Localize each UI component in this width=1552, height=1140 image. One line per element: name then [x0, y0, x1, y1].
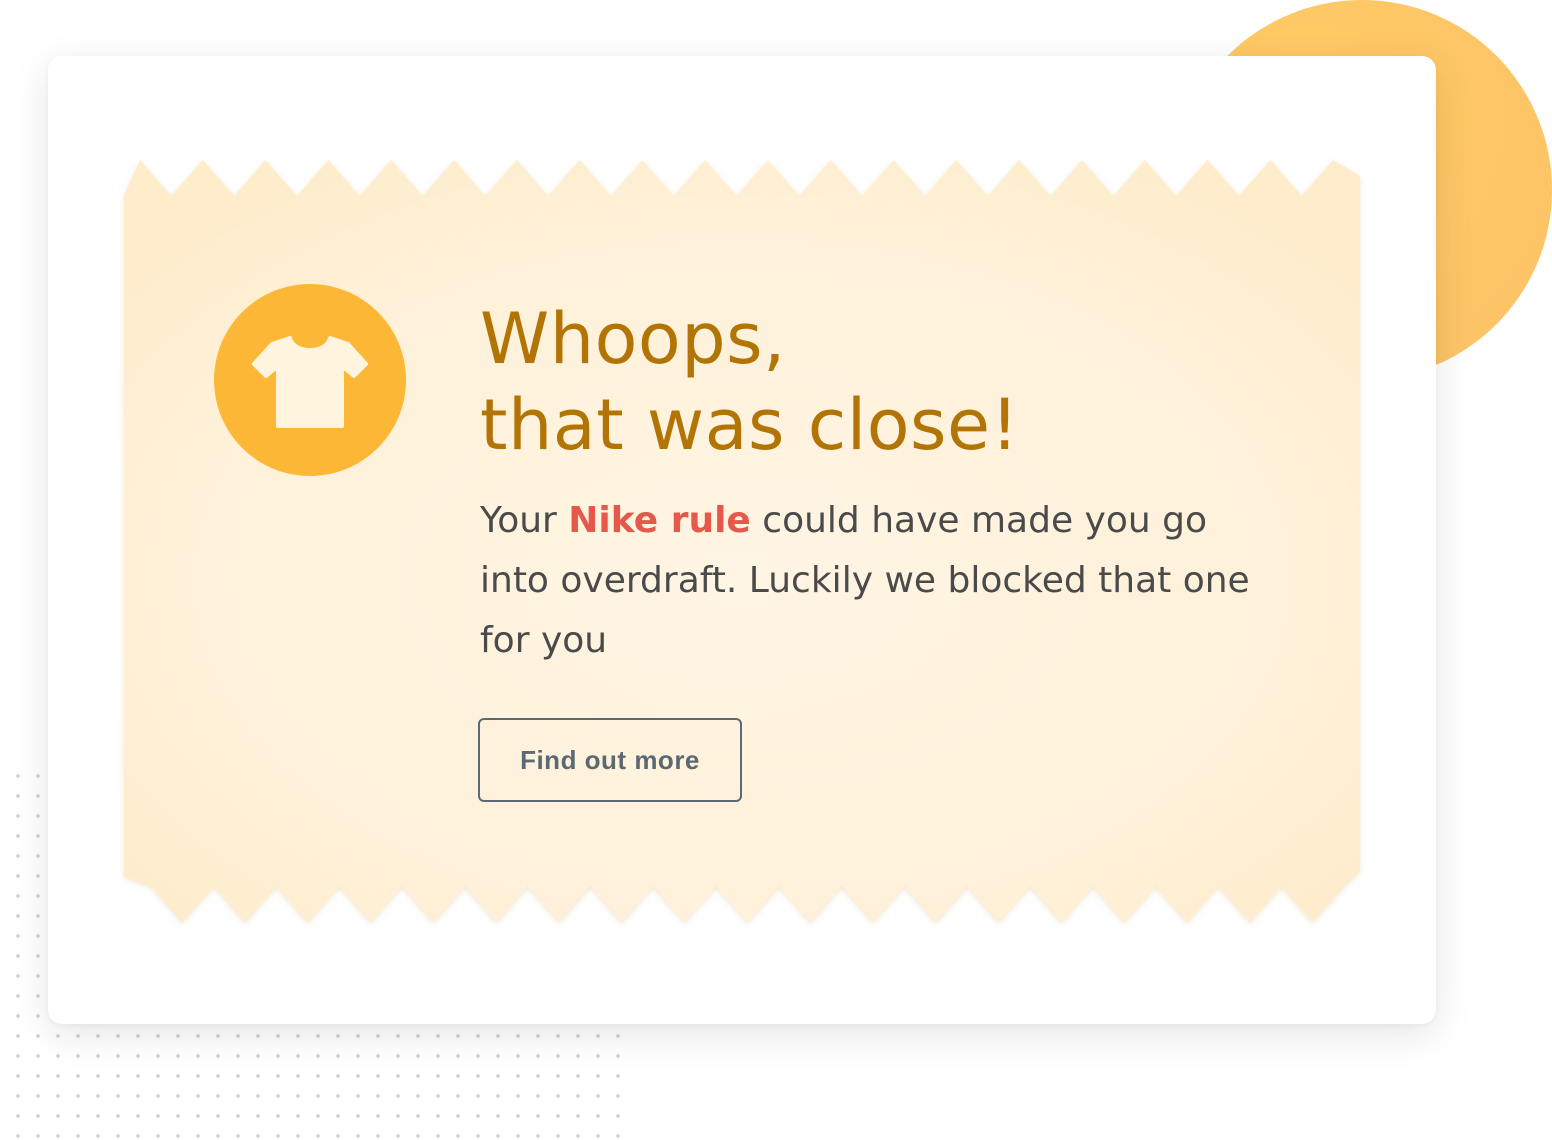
headline-line-1: Whoops, [480, 298, 786, 380]
rule-name-link: Nike rule [568, 500, 751, 541]
headline: Whoops, that was close! [480, 296, 1019, 468]
tshirt-badge [214, 284, 406, 476]
tshirt-icon [252, 336, 368, 428]
find-out-more-button[interactable]: Find out more [478, 718, 742, 802]
headline-line-2: that was close! [480, 384, 1020, 466]
message-text: Your Nike rule could have made you go in… [480, 491, 1280, 671]
message-prefix: Your [480, 500, 569, 541]
